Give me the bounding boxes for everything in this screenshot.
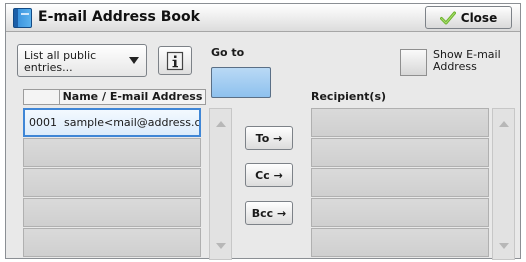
cc-button[interactable]: Cc → bbox=[245, 163, 293, 187]
name-column-header: Name / E-mail Address bbox=[62, 90, 203, 103]
window-title: E-mail Address Book bbox=[38, 9, 200, 25]
scroll-down-icon[interactable] bbox=[216, 243, 226, 249]
address-list-scrollbar[interactable] bbox=[209, 108, 232, 260]
close-button-label: Close bbox=[460, 10, 498, 25]
address-row[interactable] bbox=[23, 168, 201, 197]
email-address-book-window: E-mail Address Book Close List all publi… bbox=[5, 3, 521, 260]
goto-input[interactable] bbox=[211, 67, 271, 98]
bcc-button[interactable]: Bcc → bbox=[245, 201, 293, 225]
entry-filter-dropdown[interactable]: List all public entries... bbox=[17, 44, 147, 77]
recipient-row[interactable] bbox=[311, 138, 489, 167]
number-column-header bbox=[24, 90, 60, 104]
show-email-label: Show E-mail Address bbox=[433, 48, 501, 73]
dialog-content: List all public entries... Go to Show E-… bbox=[6, 33, 520, 260]
address-row[interactable] bbox=[23, 138, 201, 167]
address-book-icon bbox=[13, 8, 32, 28]
address-row[interactable] bbox=[23, 228, 201, 257]
recipient-row[interactable] bbox=[311, 168, 489, 197]
address-row[interactable]: 0001 sample<mail@address.co.jp bbox=[23, 108, 201, 137]
recipient-row[interactable] bbox=[311, 198, 489, 227]
entry-address: sample<mail@address.co.jp bbox=[64, 116, 201, 129]
recipients-header: Recipient(s) bbox=[311, 90, 387, 103]
show-email-checkbox[interactable] bbox=[400, 49, 427, 76]
entry-number: 0001 bbox=[29, 116, 57, 129]
scroll-down-icon[interactable] bbox=[499, 243, 509, 249]
to-button[interactable]: To → bbox=[245, 126, 293, 150]
scroll-up-icon[interactable] bbox=[216, 121, 226, 127]
title-bar: E-mail Address Book Close bbox=[6, 4, 520, 32]
recipient-list bbox=[311, 108, 489, 260]
entry-filter-value: List all public entries... bbox=[24, 49, 97, 74]
chevron-down-icon bbox=[129, 57, 139, 64]
close-button[interactable]: Close bbox=[425, 6, 512, 29]
address-list-header: Name / E-mail Address bbox=[23, 89, 206, 105]
recipient-row[interactable] bbox=[311, 108, 489, 137]
address-row[interactable] bbox=[23, 198, 201, 227]
recipient-row[interactable] bbox=[311, 228, 489, 257]
details-button[interactable] bbox=[158, 46, 192, 75]
goto-label: Go to bbox=[211, 46, 245, 59]
info-icon bbox=[166, 51, 184, 70]
scroll-up-icon[interactable] bbox=[499, 121, 509, 127]
check-icon bbox=[439, 11, 456, 24]
address-list: 0001 sample<mail@address.co.jp bbox=[23, 108, 201, 260]
recipient-list-scrollbar[interactable] bbox=[492, 108, 515, 260]
